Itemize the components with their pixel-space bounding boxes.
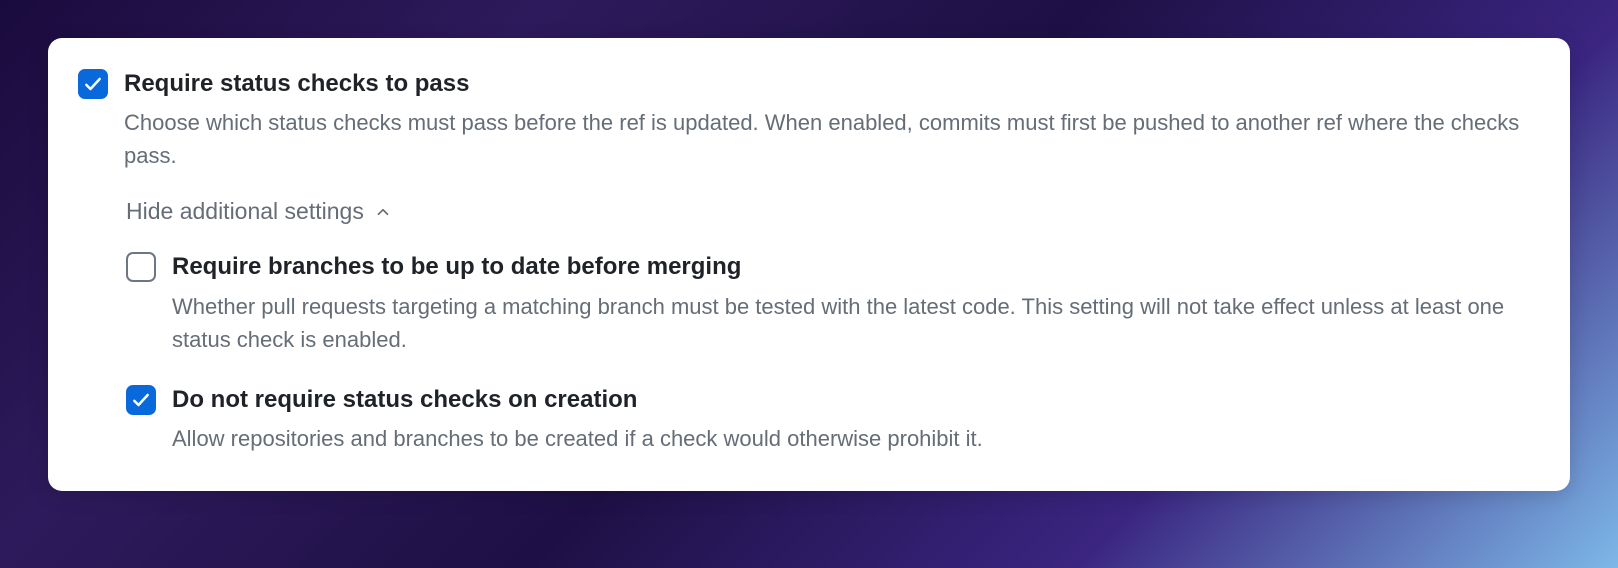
settings-card: Require status checks to pass Choose whi…	[48, 38, 1570, 491]
no-require-on-creation-title: Do not require status checks on creation	[172, 384, 1540, 416]
require-up-to-date-title: Require branches to be up to date before…	[172, 251, 1540, 283]
check-icon	[131, 390, 151, 410]
require-status-checks-checkbox[interactable]	[78, 69, 108, 99]
no-require-on-creation-row: Do not require status checks on creation…	[126, 384, 1540, 455]
no-require-on-creation-checkbox[interactable]	[126, 385, 156, 415]
no-require-on-creation-content: Do not require status checks on creation…	[172, 384, 1540, 455]
require-status-checks-content: Require status checks to pass Choose whi…	[124, 68, 1540, 172]
chevron-up-icon	[374, 203, 392, 221]
require-up-to-date-row: Require branches to be up to date before…	[126, 251, 1540, 355]
hide-additional-settings-label: Hide additional settings	[126, 198, 364, 225]
check-icon	[83, 74, 103, 94]
no-require-on-creation-description: Allow repositories and branches to be cr…	[172, 422, 1540, 455]
require-up-to-date-checkbox[interactable]	[126, 252, 156, 282]
require-up-to-date-description: Whether pull requests targeting a matchi…	[172, 290, 1540, 356]
require-status-checks-row: Require status checks to pass Choose whi…	[78, 68, 1540, 172]
require-status-checks-description: Choose which status checks must pass bef…	[124, 106, 1540, 172]
require-status-checks-title: Require status checks to pass	[124, 68, 1540, 100]
hide-additional-settings-toggle[interactable]: Hide additional settings	[126, 198, 1540, 225]
require-up-to-date-content: Require branches to be up to date before…	[172, 251, 1540, 355]
